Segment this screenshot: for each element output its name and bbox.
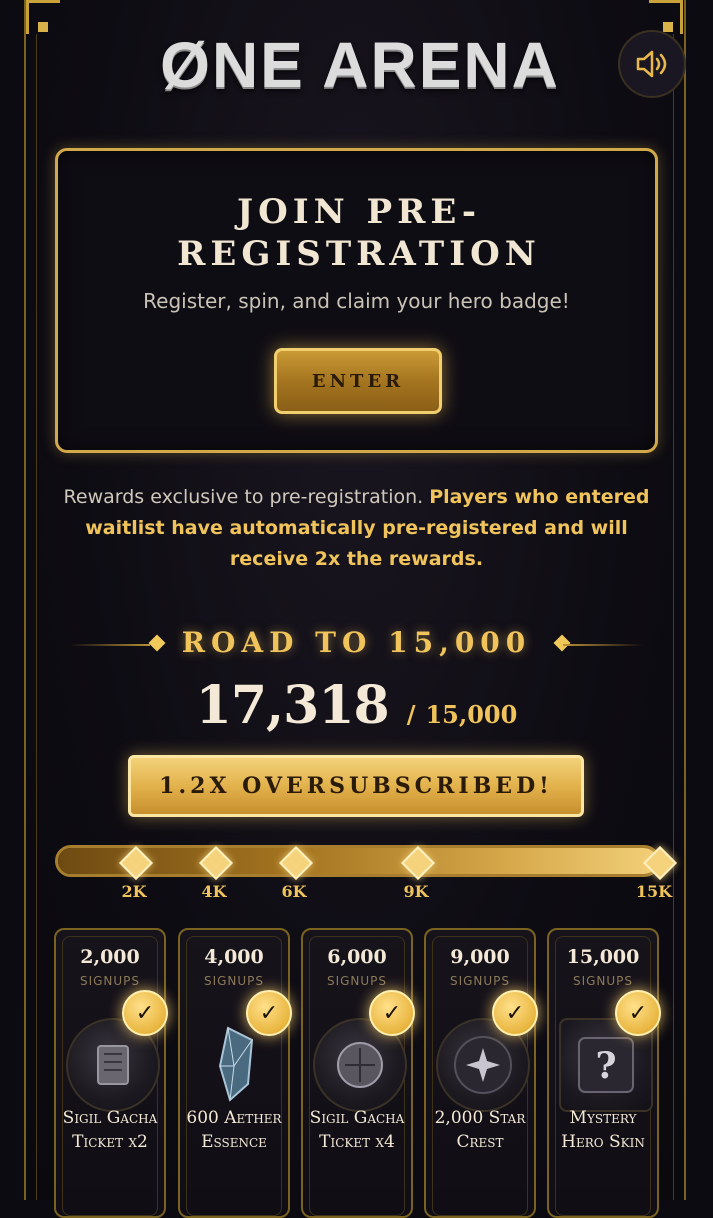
- reward-name: Mystery Hero Skin: [561, 1108, 645, 1152]
- rewards-notice-text: Rewards exclusive to pre-registration.: [63, 486, 430, 508]
- reward-unit: SIGNUPS: [326, 974, 388, 988]
- reward-card[interactable]: 6,000 SIGNUPS ✓ Sigil Gacha Ticket x4: [301, 928, 415, 1218]
- road-header: ROAD TO 15,000: [60, 622, 653, 666]
- current-signups: 17,318: [195, 675, 390, 736]
- reward-unit: SIGNUPS: [449, 974, 511, 988]
- svg-text:?: ?: [595, 1045, 616, 1087]
- milestone-label: 2K: [121, 882, 147, 901]
- milestone-label: 15K: [635, 882, 673, 901]
- reward-threshold: 2,000: [80, 946, 140, 968]
- reward-card[interactable]: 4,000 SIGNUPS ✓ 600 Aether Essence: [178, 928, 292, 1218]
- game-logo: ØNE ARENA: [160, 29, 560, 101]
- reward-threshold: 9,000: [450, 946, 510, 968]
- milestone-label: 9K: [403, 882, 429, 901]
- sound-toggle-button[interactable]: [618, 30, 686, 98]
- pre-registration-title: JOIN PRE-REGISTRATION: [177, 192, 541, 274]
- speaker-icon: [636, 50, 667, 78]
- reward-name: 2,000 Star Crest: [434, 1108, 526, 1152]
- oversubscribed-badge: 1.2X OVERSUBSCRIBED!: [128, 755, 584, 817]
- divider-line: [563, 644, 643, 646]
- enter-button[interactable]: ENTER: [274, 348, 442, 414]
- pre-registration-panel: JOIN PRE-REGISTRATION Register, spin, an…: [55, 148, 658, 453]
- milestone-label: 6K: [281, 882, 307, 901]
- rewards-notice: Rewards exclusive to pre-registration. P…: [60, 482, 653, 575]
- reward-card[interactable]: 2,000 SIGNUPS ✓ Sigil Gacha Ticket x2: [54, 928, 168, 1218]
- corner-ornament: [38, 22, 48, 32]
- claimed-check-icon: ✓: [369, 990, 415, 1036]
- counter-separator: /: [406, 700, 416, 729]
- claimed-check-icon: ✓: [615, 990, 661, 1036]
- reward-name: Sigil Gacha Ticket x4: [309, 1108, 405, 1152]
- goal-signups: 15,000: [425, 700, 518, 729]
- claimed-check-icon: ✓: [246, 990, 292, 1036]
- reward-unit: SIGNUPS: [203, 974, 265, 988]
- milestone-label: 4K: [201, 882, 227, 901]
- reward-unit: SIGNUPS: [79, 974, 141, 988]
- reward-name: Sigil Gacha Ticket x2: [62, 1108, 158, 1152]
- claimed-check-icon: ✓: [122, 990, 168, 1036]
- reward-threshold: 15,000: [566, 946, 640, 968]
- reward-unit: SIGNUPS: [572, 974, 634, 988]
- claimed-check-icon: ✓: [492, 990, 538, 1036]
- reward-card[interactable]: 15,000 SIGNUPS ? ✓ Mystery Hero Skin: [547, 928, 661, 1218]
- reward-threshold: 6,000: [327, 946, 387, 968]
- reward-name: 600 Aether Essence: [186, 1108, 282, 1152]
- reward-threshold: 4,000: [204, 946, 264, 968]
- pre-registration-subtitle: Register, spin, and claim your hero badg…: [143, 289, 570, 313]
- reward-card[interactable]: 9,000 SIGNUPS ✓ 2,000 Star Crest: [424, 928, 538, 1218]
- signup-counter: 17,318 / 15,000: [0, 675, 713, 745]
- corner-ornament: [663, 22, 673, 32]
